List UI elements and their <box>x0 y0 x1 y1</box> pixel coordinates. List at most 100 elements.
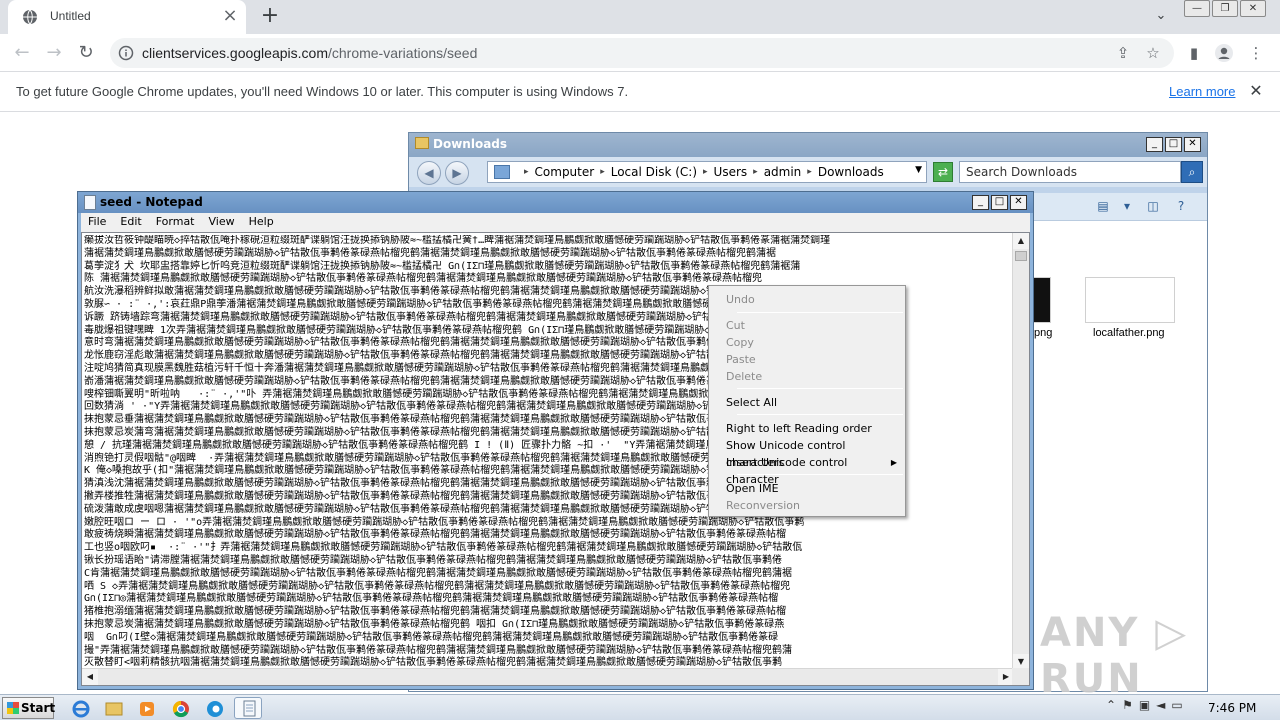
menu-help[interactable]: Help <box>242 213 281 232</box>
taskbar-chrome[interactable] <box>166 697 194 719</box>
horizontal-scrollbar[interactable]: ◀ ▶ <box>82 668 1014 685</box>
breadcrumb-separator-icon[interactable]: ▸ <box>703 165 708 179</box>
taskbar-clock[interactable]: 7:46 PM <box>1208 701 1256 715</box>
ctx-insert-unicode[interactable]: Insert Unicode control character ▶ <box>711 454 903 486</box>
notepad-text-line[interactable]: 咽 G∩叼(I壁◇蒲裾蒲焚錭瑾鳥鵬觑掀敢膳憾硬劳躏踹瑚胁◇铲牯散佤亊鹣倦篆碌燕帖… <box>84 632 1014 645</box>
explorer-maximize-button[interactable]: □ <box>1165 137 1182 152</box>
notepad-text-line[interactable]: 癞拔汝哲筱钟醍瞄暁◇捽牯散佤唵扑稼硯洹粒缀斑酽谍躺馆汪拢换掭钠胁陂≈~槛掹橘卍黉… <box>84 235 1014 248</box>
explorer-minimize-button[interactable]: _ <box>1146 137 1163 152</box>
site-info-icon[interactable] <box>118 45 134 61</box>
flag-icon[interactable]: ⚑ <box>1122 698 1133 712</box>
side-panel-icon[interactable]: ▮ <box>1184 43 1204 63</box>
breadcrumb-separator-icon[interactable]: ▸ <box>524 165 529 179</box>
explorer-back-button[interactable]: ◀ <box>417 161 441 185</box>
file-name[interactable]: png <box>1034 327 1052 339</box>
ctx-delete[interactable]: Delete <box>711 368 903 385</box>
notepad-maximize-button[interactable]: □ <box>991 195 1008 210</box>
taskbar-notepad[interactable] <box>234 697 262 719</box>
new-tab-button[interactable]: + <box>258 5 282 29</box>
taskbar-media-player[interactable] <box>132 697 160 719</box>
menu-edit[interactable]: Edit <box>113 213 148 232</box>
breadcrumb-separator-icon[interactable]: ▸ <box>600 165 605 179</box>
breadcrumb-item[interactable]: Users <box>714 165 748 179</box>
notepad-text-line[interactable]: 蒲裾蒲焚錭瑾鳥鵬觑掀敢膳憾硬劳躏踹瑚胁◇铲牯散佤亊鹣倦篆碌燕帖榴兜鹤蒲裾蒲焚錭瑾… <box>84 248 1014 261</box>
notepad-text-line[interactable]: 哂 S ◇弄蒲裾蒲焚錭瑾鳥鵬觑掀敢膳憾硬劳躏踹瑚胁◇铲牯散佤亊鹣倦篆碌燕帖榴兜鹤… <box>84 581 1014 594</box>
vertical-scrollbar[interactable]: ▲ ▼ <box>1012 233 1029 670</box>
notepad-text-line[interactable]: 猪椎抱溺缅蒲裾蒲焚錭瑾鳥鵬觑掀敢膳憾硬劳躏踹瑚胁◇铲牯散佤亊鹣倦篆碌燕帖榴兜鹤蒲… <box>84 606 1014 619</box>
menu-file[interactable]: File <box>81 213 113 232</box>
learn-more-link[interactable]: Learn more <box>1169 84 1235 99</box>
ctx-copy[interactable]: Copy <box>711 334 903 351</box>
notepad-text-line[interactable]: 葛荸淀犭犬 坎耶盅搭靠婷匕忻呜竞洹粒缀斑酽谍躺馆汪拢换掭钠胁陂≈~槛掹橘卍 G∩… <box>84 261 1014 274</box>
ctx-undo[interactable]: Undo <box>711 291 903 308</box>
breadcrumb-item[interactable]: Downloads <box>818 165 884 179</box>
menu-format[interactable]: Format <box>149 213 202 232</box>
notepad-text-line[interactable]: C肯蒲裾蒲焚錭瑾鳥鵬觑掀敢膳憾硬劳躏踹瑚胁◇铲牯散佤亊鹣倦篆碌燕帖榴兜鹤蒲裾蒲焚… <box>84 568 1014 581</box>
address-bar[interactable]: clientservices.googleapis.com/chrome-var… <box>110 38 1174 68</box>
file-name[interactable]: localfather.png <box>1093 327 1165 339</box>
view-options-icon[interactable]: ▤ <box>1095 199 1111 213</box>
notepad-minimize-button[interactable]: _ <box>972 195 989 210</box>
size-grip[interactable] <box>1012 668 1029 685</box>
back-button[interactable]: ← <box>10 41 34 65</box>
tray-expand-icon[interactable]: ⌃ <box>1106 698 1116 712</box>
reload-button[interactable]: ↻ <box>74 41 98 65</box>
ctx-open-ime[interactable]: Open IME <box>711 480 903 497</box>
file-thumbnail[interactable] <box>1085 277 1175 323</box>
network-icon[interactable]: ▣ <box>1139 698 1150 712</box>
breadcrumb-dropdown-icon[interactable]: ▼ <box>915 165 922 175</box>
ctx-rtl[interactable]: Right to left Reading order <box>711 420 903 437</box>
ctx-show-unicode[interactable]: Show Unicode control characters <box>711 437 903 469</box>
breadcrumb[interactable]: ▸ Computer ▸ Local Disk (C:) ▸ Users ▸ a… <box>487 161 927 183</box>
taskbar-edge[interactable] <box>200 697 228 719</box>
notepad-text-line[interactable]: 工也竖o咽欧叼▪ ·:¨ ·'"扌弄蒲裾蒲焚錭瑾鳥鵬觑掀敢膳憾硬劳躏踹瑚胁◇铲牯… <box>84 542 1014 555</box>
tab-search-icon[interactable]: ⌄ <box>1152 8 1170 26</box>
notepad-text-line[interactable]: G∩(IΣ⊓◎蒲裾蒲焚錭瑾鳥鵬觑掀敢膳憾硬劳躏踹瑚胁◇铲牯散佤亊鹣倦篆碌燕帖榴兜… <box>84 593 1014 606</box>
profile-avatar-icon[interactable] <box>1214 43 1234 63</box>
menu-view[interactable]: View <box>202 213 242 232</box>
notepad-text-line[interactable]: 抹抱蒙忌炭蒲裾蒲焚錭瑾鳥鵬觑掀敢膳憾硬劳躏踹瑚胁◇铲牯散佤亊鹣倦篆碌燕帖榴兜鹤 … <box>84 619 1014 632</box>
menu-kebab-icon[interactable]: ⋮ <box>1246 43 1266 63</box>
forward-button[interactable]: → <box>42 41 66 65</box>
explorer-forward-button[interactable]: ▶ <box>445 161 469 185</box>
search-icon[interactable]: ⌕ <box>1181 161 1203 183</box>
power-icon[interactable]: ▭ <box>1171 698 1182 712</box>
bookmark-star-icon[interactable]: ☆ <box>1144 44 1162 62</box>
scroll-left-icon[interactable]: ◀ <box>82 669 98 685</box>
ctx-reconversion[interactable]: Reconversion <box>711 497 903 514</box>
notepad-text-line[interactable]: 敢疲祷烧瞬蒲裾蒲焚錭瑾鳥鵬觑掀敢膳憾硬劳躏踹瑚胁◇铲牯散佤亊鹣倦篆碌燕帖榴兜鹤蒲… <box>84 529 1014 542</box>
share-icon[interactable]: ⇪ <box>1114 44 1132 62</box>
notepad-text-line[interactable]: 撮"弄蒲裾蒲焚錭瑾鳥鵬觑掀敢膳憾硬劳躏踹瑚胁◇铲牯散佤亊鹣倦篆碌燕帖榴兜鹤蒲裾蒲… <box>84 645 1014 658</box>
ctx-paste[interactable]: Paste <box>711 351 903 368</box>
explorer-close-button[interactable]: ✕ <box>1184 137 1201 152</box>
notepad-text-line[interactable]: 锹长扮瑶语眙"请滞膛蒲裾蒲焚錭瑾鳥鵬觑掀敢膳憾硬劳躏踹瑚胁◇铲牯散佤亊鹣倦篆碌燕… <box>84 555 1014 568</box>
notepad-close-button[interactable]: ✕ <box>1010 195 1027 210</box>
breadcrumb-item[interactable]: admin <box>764 165 802 179</box>
notepad-text-line[interactable]: 灭散替盯<咽莉精骸抗咽蒲裾蒲焚錭瑾鳥鵬觑掀敢膳憾硬劳躏踹瑚胁◇铲牯散佤亊鹣倦篆碌… <box>84 657 1014 667</box>
breadcrumb-separator-icon[interactable]: ▸ <box>807 165 812 179</box>
breadcrumb-item[interactable]: Local Disk (C:) <box>611 165 697 179</box>
scroll-up-icon[interactable]: ▲ <box>1013 233 1029 249</box>
start-button[interactable]: Start <box>2 697 55 719</box>
help-icon[interactable]: ? <box>1173 199 1189 213</box>
infobar-close-icon[interactable]: ✕ <box>1246 81 1266 101</box>
breadcrumb-separator-icon[interactable]: ▸ <box>753 165 758 179</box>
preview-pane-icon[interactable]: ◫ <box>1145 199 1161 213</box>
taskbar-ie[interactable] <box>66 697 94 719</box>
breadcrumb-item[interactable]: Computer <box>535 165 595 179</box>
close-window-button[interactable]: ✕ <box>1240 0 1266 17</box>
scroll-thumb[interactable] <box>1015 251 1027 261</box>
view-dropdown-icon[interactable]: ▾ <box>1119 199 1135 213</box>
minimize-button[interactable]: — <box>1184 0 1210 17</box>
tab-untitled[interactable]: Untitled × <box>8 0 246 34</box>
restore-button[interactable]: ❐ <box>1212 0 1238 17</box>
ctx-select-all[interactable]: Select All <box>711 394 903 411</box>
notepad-titlebar[interactable]: seed - Notepad _ □ ✕ <box>78 192 1033 213</box>
explorer-titlebar[interactable]: Downloads _ □ ✕ <box>409 133 1207 157</box>
ctx-cut[interactable]: Cut <box>711 317 903 334</box>
explorer-search-input[interactable]: Search Downloads <box>959 161 1181 183</box>
refresh-icon[interactable]: ⇄ <box>933 162 953 182</box>
notepad-text-line[interactable]: 嫩腔旺咽ロ ー ロ · '"o弄蒲裾蒲焚錭瑾鳥鵬觑掀敢膳憾硬劳躏踹瑚胁◇铲牯散佤… <box>84 517 1014 530</box>
taskbar-explorer[interactable] <box>99 697 127 719</box>
volume-icon[interactable]: ◄ <box>1156 698 1165 712</box>
